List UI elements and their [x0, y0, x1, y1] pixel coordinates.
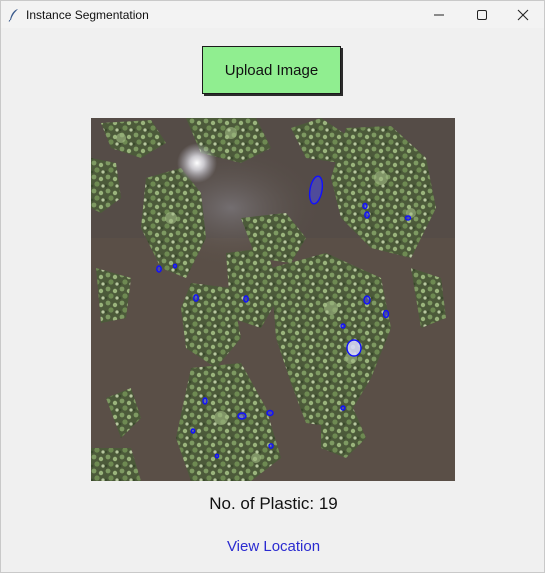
maximize-icon: [477, 9, 487, 20]
view-location-link[interactable]: View Location: [1, 538, 545, 555]
plastic-count-label: No. of Plastic: 19: [209, 494, 338, 513]
feather-icon: [8, 8, 20, 22]
title-bar[interactable]: Instance Segmentation: [1, 1, 544, 28]
minimize-button[interactable]: [417, 1, 461, 28]
upload-image-button[interactable]: Upload Image: [202, 46, 341, 94]
minimize-icon: [434, 14, 444, 15]
window-title: Instance Segmentation: [26, 7, 149, 22]
close-button[interactable]: [501, 1, 545, 28]
app-window: Instance Segmentation Upload Image No. o…: [0, 0, 545, 573]
segmentation-result-image: [91, 118, 455, 481]
close-icon: [517, 9, 529, 20]
maximize-button[interactable]: [460, 1, 504, 28]
aerial-photo: [91, 118, 455, 481]
